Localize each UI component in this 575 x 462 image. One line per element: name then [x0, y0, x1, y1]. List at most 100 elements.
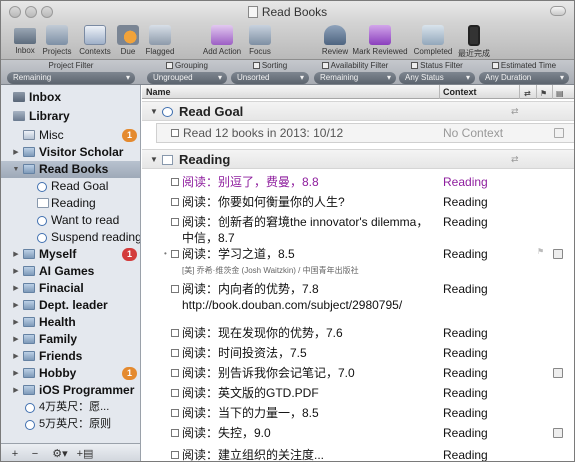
estimated-time-filter[interactable]: Estimated Time Any Duration: [479, 61, 569, 84]
sidebar-item-ai-games[interactable]: ▶ AI Games: [1, 263, 140, 280]
project-row-read-goal[interactable]: Read 12 books in 2013: 10/12 No Context: [156, 123, 574, 143]
sidebar-item-family[interactable]: ▶ Family: [1, 331, 140, 348]
toolbar-mark-reviewed-button[interactable]: Mark Reviewed: [351, 25, 409, 56]
disclosure-down-icon[interactable]: ▼: [150, 155, 158, 164]
task-checkbox[interactable]: [171, 218, 179, 226]
sidebar-item-read-books[interactable]: ▼ Read Books: [1, 161, 140, 178]
sidebar-item-visitor-scholar[interactable]: ▶ Visitor Scholar: [1, 144, 140, 161]
task-row[interactable]: 阅读：时间投资法，7.5 Reading: [142, 345, 574, 363]
sidebar-item-misc[interactable]: Misc 1: [1, 127, 140, 144]
add-item-button[interactable]: +: [7, 447, 23, 461]
group-header-read-goal[interactable]: ▼ Read Goal ⇄: [142, 101, 574, 121]
task-row[interactable]: 阅读：英文版的GTD.PDF Reading: [142, 385, 574, 403]
disclosure-down-icon[interactable]: ▼: [150, 107, 158, 116]
grouping-filter[interactable]: Grouping Ungrouped: [147, 61, 227, 84]
status-checkbox[interactable]: [411, 62, 419, 69]
disclosure-right-icon[interactable]: ▶: [12, 331, 20, 348]
sidebar-item-library[interactable]: Library: [1, 108, 140, 125]
sort-arrows-icon[interactable]: ⇄: [511, 154, 519, 165]
sidebar-item-want-to-read[interactable]: Want to read: [1, 212, 140, 229]
task-row[interactable]: 阅读：别告诉我你会记笔记，7.0 Reading: [142, 365, 574, 383]
sorting-checkbox[interactable]: [252, 62, 260, 69]
sidebar-item-ios-programmer[interactable]: ▶ iOS Programmer: [1, 382, 140, 399]
toolbar-completed-button[interactable]: Completed: [412, 25, 454, 56]
toolbar-review-button[interactable]: Review: [321, 25, 349, 56]
sidebar-item-suspend-reading[interactable]: Suspend reading: [1, 229, 140, 246]
task-checkbox[interactable]: [171, 369, 179, 377]
group-header-reading[interactable]: ▼ Reading ⇄: [142, 149, 574, 169]
sort-arrows-icon[interactable]: ⇄: [511, 106, 519, 117]
sidebar-item-reading[interactable]: Reading: [1, 195, 140, 212]
sidebar-item-read-goal[interactable]: Read Goal: [1, 178, 140, 195]
task-checkbox[interactable]: [171, 389, 179, 397]
task-checkbox[interactable]: [171, 285, 179, 293]
toolbar-due-button[interactable]: Due: [116, 25, 140, 56]
note-icon[interactable]: [554, 128, 564, 138]
disclosure-right-icon[interactable]: ▶: [12, 382, 20, 399]
disclosure-right-icon[interactable]: ▶: [12, 365, 20, 382]
sidebar-item-myself[interactable]: ▶ Myself 1: [1, 246, 140, 263]
task-row[interactable]: 阅读：内向者的优势，7.8 http://book.douban.com/sub…: [142, 281, 574, 315]
name-column-header[interactable]: Name: [146, 85, 171, 99]
toolbar-flagged-button[interactable]: Flagged: [144, 25, 176, 56]
project-filter[interactable]: Project Filter Remaining: [7, 61, 135, 84]
task-row[interactable]: 阅读：你要如何衡量你的人生? Reading: [142, 194, 574, 212]
toolbar-inbox-button[interactable]: Inbox: [11, 25, 39, 55]
disclosure-right-icon[interactable]: ▶: [12, 314, 20, 331]
task-row[interactable]: 阅读：现在发现你的优势，7.6 Reading: [142, 325, 574, 343]
disclosure-right-icon[interactable]: ▶: [12, 297, 20, 314]
sorting-filter[interactable]: Sorting Unsorted: [231, 61, 309, 84]
task-checkbox[interactable]: [171, 129, 179, 137]
note-icon[interactable]: [553, 249, 563, 259]
remove-item-button[interactable]: −: [27, 447, 43, 461]
estimated-time-checkbox[interactable]: [491, 62, 499, 69]
task-row[interactable]: 阅读：创新者的窘境the innovator's dilemma，中信，8.7 …: [142, 214, 574, 248]
sidebar-item-friends[interactable]: ▶ Friends: [1, 348, 140, 365]
toolbar-projects-button[interactable]: Projects: [41, 25, 73, 56]
sidebar-item-50k-feet[interactable]: 5万英尺：原则: [1, 416, 140, 433]
task-row[interactable]: 阅读：失控，9.0 Reading: [142, 425, 574, 443]
toolbar-contexts-button[interactable]: Contexts: [77, 25, 113, 56]
status-filter[interactable]: Status Filter Any Status: [399, 61, 475, 84]
grouping-checkbox[interactable]: [166, 62, 174, 69]
disclosure-right-icon[interactable]: ▶: [12, 263, 20, 280]
sidebar-item-finacial[interactable]: ▶ Finacial: [1, 280, 140, 297]
disclosure-right-icon[interactable]: ▶: [12, 144, 20, 161]
task-checkbox[interactable]: [171, 451, 179, 459]
gear-menu-button[interactable]: ⚙▾: [49, 447, 71, 461]
task-checkbox[interactable]: [171, 349, 179, 357]
flag-icon[interactable]: ⚑: [537, 247, 544, 256]
sidebar-item-dept-leader[interactable]: ▶ Dept. leader: [1, 297, 140, 314]
toolbar-recently-completed-button[interactable]: 最近完成: [457, 25, 491, 59]
add-folder-button[interactable]: +▤: [75, 447, 95, 461]
availability-filter[interactable]: Availability Filter Remaining: [314, 61, 396, 84]
sidebar-item-40k-feet[interactable]: 4万英尺：愿...: [1, 399, 140, 416]
disclosure-down-icon[interactable]: ▼: [12, 161, 20, 178]
toolbar-focus-button[interactable]: Focus: [247, 25, 273, 56]
task-checkbox[interactable]: [171, 178, 179, 186]
task-row[interactable]: • 阅读：学习之道，8.5 Reading ⚑ [美] 乔希·维茨金 (Josh…: [142, 246, 574, 280]
flag-column-icon[interactable]: ⚑: [540, 87, 547, 101]
sort-arrows-icon[interactable]: ⇄: [524, 87, 531, 101]
sidebar-item-hobby[interactable]: ▶ Hobby 1: [1, 365, 140, 382]
toolbar-add-action-button[interactable]: Add Action: [201, 25, 243, 56]
disclosure-right-icon[interactable]: ▶: [12, 280, 20, 297]
disclosure-right-icon[interactable]: ▶: [12, 348, 20, 365]
context-column-header[interactable]: Context: [439, 85, 519, 99]
disclosure-right-icon[interactable]: ▶: [12, 246, 20, 263]
task-checkbox[interactable]: [171, 329, 179, 337]
task-checkbox[interactable]: [171, 429, 179, 437]
note-icon[interactable]: [553, 368, 563, 378]
availability-checkbox[interactable]: [321, 62, 329, 69]
task-checkbox[interactable]: [171, 198, 179, 206]
note-icon[interactable]: [553, 428, 563, 438]
sidebar-item-health[interactable]: ▶ Health: [1, 314, 140, 331]
toolbar-toggle-button[interactable]: [550, 6, 566, 16]
task-row[interactable]: 阅读：别逗了，费曼，8.8 Reading: [142, 174, 574, 192]
task-checkbox[interactable]: [171, 409, 179, 417]
task-checkbox[interactable]: [171, 250, 179, 258]
task-row[interactable]: 阅读：当下的力量一，8.5 Reading: [142, 405, 574, 423]
note-column-icon[interactable]: ▤: [556, 87, 564, 101]
sidebar-item-inbox[interactable]: Inbox: [1, 89, 140, 106]
task-row[interactable]: 阅读：建立组织的关注度... Reading: [142, 447, 574, 461]
